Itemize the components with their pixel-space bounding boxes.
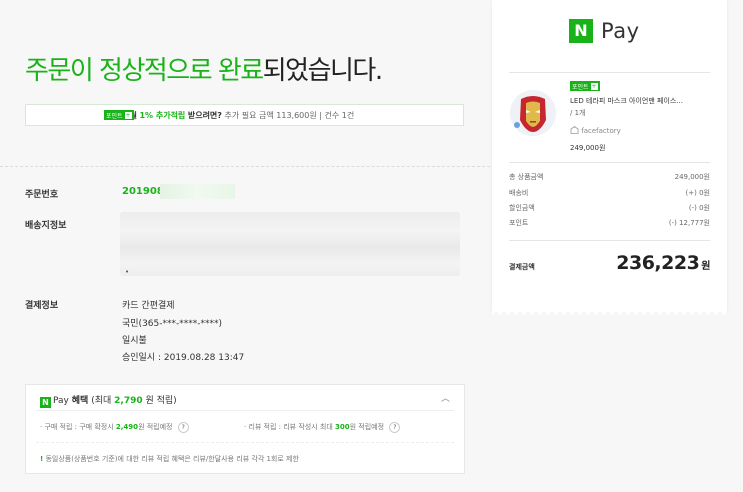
help-icon[interactable]: ? — [177, 422, 189, 433]
payment-total-amount: 236,223 — [616, 252, 700, 274]
product-price: 249,000원 — [570, 144, 606, 152]
promo-strong: 받으려면? — [187, 110, 222, 120]
section-divider — [0, 166, 490, 167]
review-reward-post: 원 적립예정 — [349, 423, 385, 431]
product-image[interactable] — [510, 90, 556, 136]
benefit-pay-text: Pay — [53, 396, 69, 406]
npay-logo-icon: N — [569, 19, 593, 43]
summary-row-shipping: 배송비 (+) 0원 — [509, 188, 710, 198]
title-dark-part: 되었습니다. — [262, 56, 383, 86]
summary-value: (+) 0원 — [685, 189, 710, 197]
npay-logo-icon: N — [40, 397, 51, 408]
store-name[interactable]: facefactory — [570, 126, 621, 135]
promo-detail: 추가 필요 금액 113,600원 | 건수 1건 — [224, 110, 355, 120]
purchase-reward: · 구매 적립 : 구매 확정시 2,490원 적립예정 ? — [40, 422, 189, 433]
receipt-divider — [509, 240, 710, 241]
summary-value: 249,000원 — [674, 173, 710, 181]
payment-total-value: 236,223 원 — [616, 252, 710, 274]
summary-row-total: 총 상품금액 249,000원 — [509, 172, 710, 182]
approval-datetime: 승인일시 : 2019.08.28 13:47 — [122, 353, 245, 363]
shipping-info-label: 배송지정보 — [25, 221, 67, 231]
plus-icon: + — [124, 111, 132, 119]
store-icon — [570, 126, 579, 134]
npay-logo: N Pay — [569, 19, 640, 43]
purchase-reward-amount: 2,490 — [115, 423, 139, 431]
point-badge-label: 포인트 — [106, 112, 123, 120]
title-green-part: 주문이 정상적으로 완료 — [25, 56, 264, 86]
plus-icon: + — [590, 82, 598, 90]
point-badge: 포인트 + — [570, 81, 600, 91]
product-name[interactable]: LED 테라피 마스크 아이언맨 페이스... — [570, 96, 683, 106]
npay-benefit-panel: N Pay 혜택 (최대 2,790 원 적립) ︿ · 구매 적립 : 구매 확… — [25, 384, 465, 474]
page-title: 주문이 정상적으로 완료되었습니다. — [25, 50, 383, 87]
summary-label: 배송비 — [509, 189, 529, 197]
store-name-text: facefactory — [581, 127, 621, 135]
purchase-reward-post: 원 적립예정 — [138, 423, 173, 431]
order-receipt: N Pay 포인트 + LED 테라피 마스크 아이언맨 페이스... / 1개 … — [492, 0, 727, 316]
benefit-divider-dashed — [36, 442, 454, 443]
review-reward: · 리뷰 적립 : 리뷰 작성시 최대 300원 적립예정 ? — [244, 422, 401, 433]
payment-total-row: 결제금액 236,223 원 — [509, 252, 710, 274]
chevron-up-icon[interactable]: ︿ — [441, 391, 450, 404]
card-info: 국민(365-***-****-****) — [122, 319, 223, 329]
benefit-max-post: 원 적립) — [145, 396, 177, 406]
benefit-header: N Pay 혜택 (최대 2,790 원 적립) — [40, 393, 177, 408]
payment-total-label: 결제금액 — [509, 263, 535, 271]
summary-value: (-) 12,777원 — [668, 219, 710, 227]
benefit-notice: ! 동일상품(상품번호 기준)에 대한 리뷰 적립 혜택은 리뷰/한달사용 리뷰… — [40, 454, 299, 464]
payment-total-unit: 원 — [701, 261, 710, 272]
summary-row-discount: 할인금액 (-) 0원 — [509, 203, 710, 213]
payment-method: 카드 간편결제 — [122, 301, 175, 311]
summary-label: 포인트 — [509, 219, 529, 227]
npay-logo-text: Pay — [601, 19, 640, 43]
point-badge-label: 포인트 — [572, 83, 589, 91]
ironman-mask-icon — [510, 90, 556, 136]
shipping-info-redacted — [120, 212, 460, 276]
order-number-value: 201908 — [122, 186, 164, 197]
promo-highlight: 1% 추가적립 — [139, 110, 186, 120]
summary-label: 총 상품금액 — [509, 173, 544, 181]
receipt-zigzag-edge — [492, 310, 727, 316]
order-number-label: 주문번호 — [25, 190, 59, 200]
order-number-redacted — [160, 184, 235, 199]
point-promo-banner[interactable]: 포인트+ 8월 1% 추가적립 받으려면? 추가 필요 금액 113,600원 … — [25, 104, 464, 126]
benefit-divider — [36, 410, 454, 411]
notice-icon: ! — [40, 455, 44, 463]
benefit-max-amount: 2,790 — [114, 396, 143, 406]
shipping-info-mark: • — [125, 268, 130, 276]
payment-info-label: 결제정보 — [25, 301, 59, 311]
help-icon[interactable]: ? — [389, 422, 401, 433]
review-reward-amount: 300 — [335, 423, 350, 431]
product-quantity: / 1개 — [570, 109, 586, 117]
summary-label: 할인금액 — [509, 204, 535, 212]
benefit-title: 혜택 — [71, 396, 89, 406]
point-badge: 포인트 + — [104, 110, 134, 120]
receipt-divider — [509, 72, 710, 73]
installment-type: 일시불 — [122, 336, 147, 346]
receipt-divider — [509, 162, 710, 163]
review-reward-pre: · 리뷰 적립 : 리뷰 작성시 최대 — [244, 423, 333, 431]
summary-row-points: 포인트 (-) 12,777원 — [509, 218, 710, 228]
order-complete-pane: 주문이 정상적으로 완료되었습니다. 포인트+ 8월 1% 추가적립 받으려면?… — [0, 0, 490, 492]
promo-text: 8월 1% 추가적립 받으려면? 추가 필요 금액 113,600원 | 건수 … — [124, 110, 354, 121]
purchase-reward-pre: · 구매 적립 : 구매 확정시 — [40, 423, 114, 431]
summary-value: (-) 0원 — [688, 204, 710, 212]
benefit-max-pre: (최대 — [91, 396, 112, 406]
notice-text: 동일상품(상품번호 기준)에 대한 리뷰 적립 혜택은 리뷰/한달사용 리뷰 각… — [45, 455, 299, 463]
